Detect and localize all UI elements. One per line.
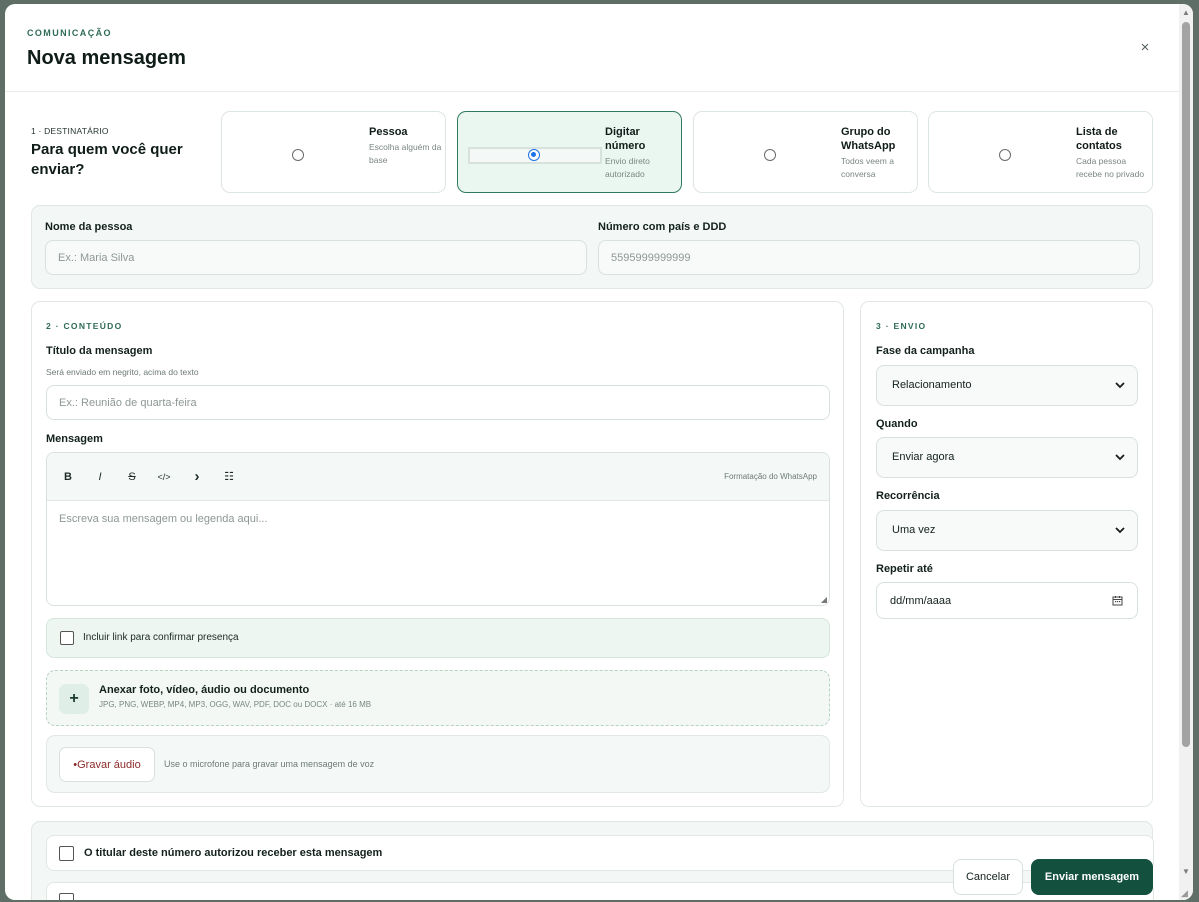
page-title: Nova mensagem — [27, 47, 186, 69]
when-value: Enviar agora — [892, 451, 955, 463]
option-subtitle: Envio direto autorizado — [605, 156, 650, 179]
message-editor: B I S </> › ☷ Formatação do WhatsApp ◢ — [46, 452, 830, 606]
recipient-option-pessoa[interactable]: Pessoa Escolha alguém da base — [221, 111, 446, 193]
calendar-icon[interactable] — [1112, 595, 1123, 606]
radio-button[interactable] — [999, 149, 1011, 161]
attach-title: Anexar foto, vídeo, áudio ou documento — [99, 684, 310, 696]
close-icon[interactable]: × — [1135, 38, 1155, 58]
option-subtitle: Escolha alguém da base — [369, 142, 442, 165]
code-button[interactable]: </> — [151, 469, 177, 485]
name-input[interactable] — [45, 240, 587, 275]
cancel-button[interactable]: Cancelar — [953, 859, 1023, 895]
option-title: Grupo do WhatsApp — [841, 126, 896, 152]
radio-button-selected[interactable] — [528, 149, 540, 161]
number-input[interactable] — [598, 240, 1140, 275]
option-subtitle: Todos veem a conversa — [841, 156, 894, 179]
record-help: Use o microfone para gravar uma mensagem… — [164, 759, 375, 769]
chevron-down-icon — [1115, 454, 1125, 461]
radio-button[interactable] — [292, 149, 304, 161]
consent-checkbox[interactable] — [59, 846, 74, 861]
resize-grip-icon[interactable]: ◢ — [821, 595, 827, 604]
recipient-question: Para quem você quer enviar? — [31, 141, 183, 178]
message-title-help: Será enviado em negrito, acima do texto — [46, 367, 199, 377]
recipient-option-lista[interactable]: Lista de contatos Cada pessoa recebe no … — [928, 111, 1153, 193]
formatting-hint: Formatação do WhatsApp — [724, 472, 817, 481]
option-text: Lista de contatos Cada pessoa recebe no … — [1076, 125, 1151, 181]
audio-recorder: •Gravar áudio Use o microfone para grava… — [46, 735, 830, 793]
italic-button[interactable]: I — [90, 469, 110, 485]
repeat-until-label: Repetir até — [876, 563, 933, 575]
scrollbar-thumb[interactable] — [1182, 22, 1190, 747]
recurrence-value: Uma vez — [892, 524, 936, 536]
plus-icon[interactable]: + — [59, 684, 89, 714]
option-title: Digitar número — [605, 126, 646, 152]
message-textarea[interactable] — [47, 501, 829, 605]
when-select[interactable]: Enviar agora — [876, 437, 1138, 478]
radio-button[interactable] — [764, 149, 776, 161]
when-label: Quando — [876, 418, 918, 430]
chevron-down-icon — [1115, 382, 1125, 389]
phase-value: Relacionamento — [892, 379, 972, 391]
message-label: Mensagem — [46, 433, 103, 445]
attach-help: JPG, PNG, WEBP, MP4, MP3, OGG, WAV, PDF,… — [99, 700, 372, 709]
repeat-until-date-input[interactable]: dd/mm/aaaa — [876, 582, 1138, 619]
message-title-label: Título da mensagem — [46, 345, 153, 357]
window-resize-icon[interactable]: ◢ — [1181, 888, 1191, 898]
scroll-up-icon[interactable]: ▲ — [1182, 8, 1190, 18]
recipient-step-label: 1 · DESTINATÁRIO — [31, 126, 109, 136]
new-message-modal: COMUNICAÇÃO Nova mensagem × 1 · DESTINAT… — [5, 4, 1193, 900]
attach-dropzone[interactable]: + Anexar foto, vídeo, áudio ou documento… — [46, 670, 830, 726]
rsvp-checkbox[interactable] — [60, 631, 74, 645]
date-placeholder: dd/mm/aaaa — [890, 595, 952, 607]
rsvp-label: Incluir link para confirmar presença — [83, 632, 239, 643]
strikethrough-button[interactable]: S — [122, 469, 142, 485]
chevron-down-icon — [1115, 527, 1125, 534]
phase-label: Fase da campanha — [876, 345, 975, 357]
consent-label: O titular deste número autorizou receber… — [84, 847, 383, 859]
rsvp-option[interactable]: Incluir link para confirmar presença — [46, 618, 830, 658]
content-eyebrow: 2 · CONTEÚDO — [46, 321, 123, 331]
recipient-option-grupo[interactable]: Grupo do WhatsApp Todos veem a conversa — [693, 111, 918, 193]
send-message-button[interactable]: Enviar mensagem — [1031, 859, 1153, 895]
bold-button[interactable]: B — [58, 469, 78, 485]
name-label: Nome da pessoa — [45, 221, 133, 233]
option-text: Grupo do WhatsApp Todos veem a conversa — [841, 125, 916, 181]
format-toolbar: B I S </> › ☷ Formatação do WhatsApp — [47, 453, 829, 501]
recipient-step: 1 · DESTINATÁRIO Para quem você quer env… — [31, 126, 201, 180]
option-text: Digitar número Envio direto autorizado — [605, 125, 680, 181]
send-card: 3 · ENVIO Fase da campanha Relacionament… — [860, 301, 1153, 807]
header-eyebrow: COMUNICAÇÃO — [27, 28, 112, 38]
option-subtitle: Cada pessoa recebe no privado — [1076, 156, 1145, 179]
send-eyebrow: 3 · ENVIO — [876, 321, 927, 331]
option-title: Pessoa — [369, 126, 408, 138]
scrollbar[interactable]: ▲ ▼ — [1179, 4, 1193, 900]
option-text: Pessoa Escolha alguém da base — [369, 125, 444, 167]
recipient-fields-panel: Nome da pessoa Número com país e DDD — [31, 205, 1153, 289]
recipient-option-digitar-numero[interactable]: Digitar número Envio direto autorizado — [457, 111, 682, 193]
record-audio-button[interactable]: •Gravar áudio — [59, 747, 155, 782]
message-title-input[interactable] — [46, 385, 830, 420]
modal-header: COMUNICAÇÃO Nova mensagem × — [5, 4, 1179, 92]
second-checkbox[interactable] — [59, 893, 74, 900]
scroll-down-icon[interactable]: ▼ — [1182, 867, 1190, 877]
list-button[interactable]: ☷ — [219, 469, 239, 485]
recurrence-label: Recorrência — [876, 490, 940, 502]
recurrence-select[interactable]: Uma vez — [876, 510, 1138, 551]
number-label: Número com país e DDD — [598, 221, 727, 233]
content-card: 2 · CONTEÚDO Título da mensagem Será env… — [31, 301, 844, 807]
phase-select[interactable]: Relacionamento — [876, 365, 1138, 406]
quote-button[interactable]: › — [187, 469, 207, 485]
option-title: Lista de contatos — [1076, 126, 1122, 152]
